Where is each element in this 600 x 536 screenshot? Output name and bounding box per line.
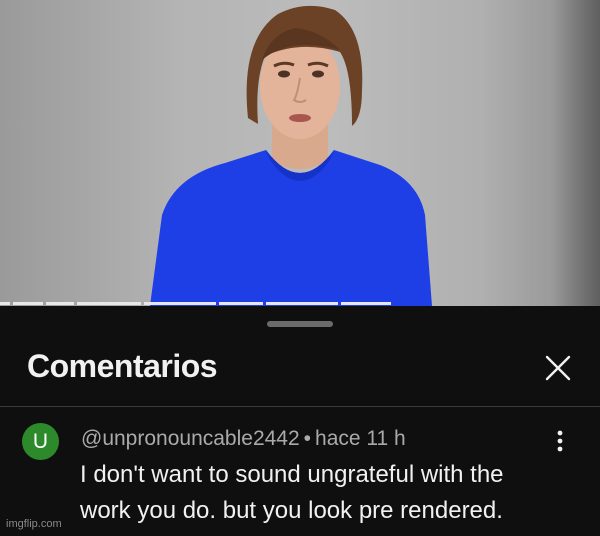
progress-segment	[13, 302, 43, 305]
more-vert-icon	[557, 430, 563, 452]
comment-more-button[interactable]	[550, 427, 570, 455]
comment-time: hace 11 h	[315, 427, 406, 450]
close-button[interactable]	[540, 350, 576, 386]
comment-meta: @unpronouncable2442 • hace 11 h	[81, 427, 406, 451]
watermark: imgflip.com	[6, 518, 62, 530]
progress-segment	[219, 302, 263, 305]
meta-separator: •	[303, 427, 312, 450]
close-icon	[545, 355, 571, 381]
youtube-shorts-screen: Comentarios U @unpronouncable2442 • hace 1…	[0, 0, 600, 536]
progress-segment	[77, 302, 141, 305]
progress-segment	[144, 302, 216, 305]
progress-segment	[0, 302, 10, 305]
video-player[interactable]	[0, 0, 600, 306]
progress-segment	[46, 302, 74, 305]
progress-segment	[266, 302, 338, 305]
comment-text: I don't want to sound ungrateful with th…	[80, 461, 504, 524]
comments-sheet: Comentarios U @unpronouncable2442 • hace 1…	[0, 306, 600, 536]
comment-author[interactable]: @unpronouncable2442	[81, 427, 300, 450]
video-frame-person	[150, 5, 432, 306]
sheet-title: Comentarios	[27, 348, 218, 384]
sheet-drag-handle[interactable]	[267, 321, 333, 327]
comment-item: U @unpronouncable2442 • hace 11 h I don't …	[0, 407, 600, 536]
progress-segment	[341, 302, 391, 305]
avatar[interactable]: U	[22, 423, 59, 460]
